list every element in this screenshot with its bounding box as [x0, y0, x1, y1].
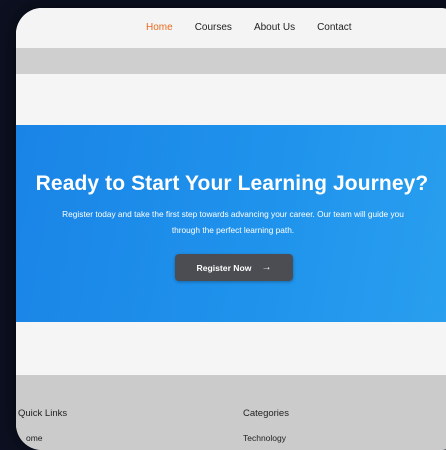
register-now-button[interactable]: Register Now → [175, 254, 293, 281]
browser-frame: Home Courses About Us Contact Ready to S… [16, 8, 446, 450]
category-technology[interactable]: Technology [243, 433, 286, 443]
hero-description-line-1: Register today and take the first step t… [62, 209, 404, 219]
top-navigation: Home Courses About Us Contact [16, 8, 446, 48]
light-spacer-section-bottom [16, 322, 446, 375]
hero-title: Ready to Start Your Learning Journey? [35, 172, 429, 195]
site-footer: Quick Links ome Categories Technology [16, 375, 446, 450]
nav-link-about-us[interactable]: About Us [254, 22, 295, 33]
arrow-right-icon: → [261, 262, 272, 273]
nav-links: Home Courses About Us Contact [146, 22, 352, 33]
gray-divider-band [16, 48, 446, 74]
quick-link-home[interactable]: ome [26, 433, 43, 443]
hero-description-line-2: through the perfect learning path. [171, 225, 295, 235]
register-now-label: Register Now [196, 262, 252, 273]
quick-links-heading: Quick Links [18, 408, 68, 419]
hero-description: Register today and take the first step t… [16, 206, 446, 238]
categories-heading: Categories [243, 408, 289, 419]
cta-hero-section: Ready to Start Your Learning Journey? Re… [16, 125, 446, 322]
nav-link-contact[interactable]: Contact [317, 22, 351, 33]
nav-link-courses[interactable]: Courses [195, 22, 232, 33]
nav-link-home[interactable]: Home [146, 22, 173, 33]
light-spacer-section [16, 74, 446, 125]
